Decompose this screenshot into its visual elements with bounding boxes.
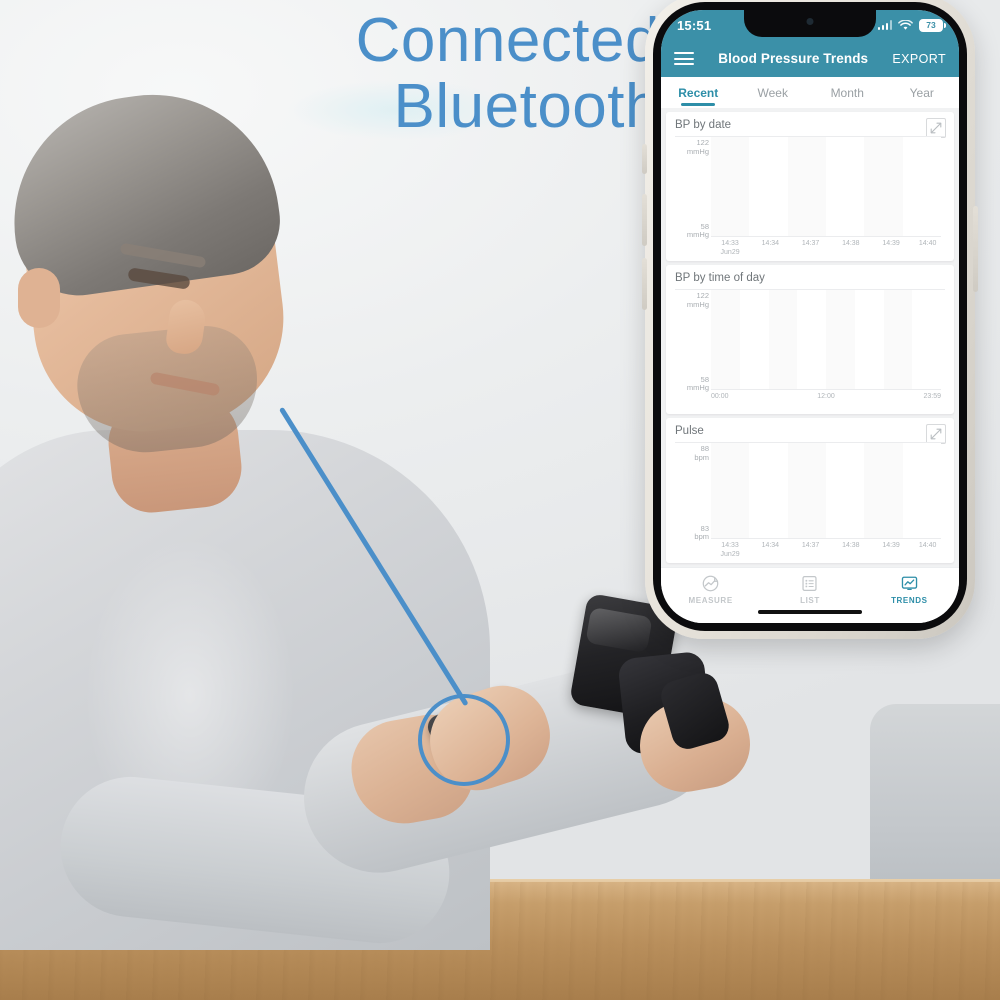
- hamburger-menu-icon[interactable]: [674, 52, 694, 65]
- bottom-navigation-bar: MEASURE LIST TRENDS: [661, 567, 959, 623]
- card-bp-by-time-of-day: BP by time of day 122 mmHg 58 mmHg 00:00…: [666, 265, 954, 414]
- x-tick-4: 14:39: [882, 240, 900, 247]
- x-tick-0: 14:33 Jun29: [720, 240, 740, 256]
- time-range-tabs: Recent Week Month Year: [661, 77, 959, 108]
- trends-content[interactable]: BP by date 122 mmHg 58 mmHg 14:33 Jun29 …: [661, 108, 959, 567]
- power-button[interactable]: [973, 206, 978, 292]
- tab-recent[interactable]: Recent: [661, 77, 736, 108]
- list-icon: [802, 576, 818, 591]
- wifi-icon: [898, 19, 913, 30]
- status-bar-indicators: 73: [877, 18, 946, 32]
- pulse-x-axis: 14:33 Jun29 14:34 14:37 14:38 14:39 14:40: [711, 538, 941, 558]
- bp-time-y-axis: 122 mmHg 58 mmHg: [675, 290, 711, 409]
- phone-highlight-circle: [418, 694, 510, 786]
- bp-date-plot-area: [711, 137, 941, 236]
- card-title-bp-by-date: BP by date: [675, 119, 732, 131]
- headline-line-1: Connected: [355, 6, 660, 75]
- pulse-plot-area: [711, 443, 941, 538]
- nav-item-measure[interactable]: MEASURE: [661, 574, 760, 605]
- bp-time-plot-area: [711, 290, 941, 389]
- mute-switch[interactable]: [642, 144, 647, 174]
- nav-label-trends: TRENDS: [891, 596, 928, 605]
- front-camera-icon: [806, 18, 814, 25]
- home-indicator[interactable]: [758, 610, 862, 614]
- x-tick-0: 00:00: [711, 393, 729, 400]
- nav-label-measure: MEASURE: [688, 596, 733, 605]
- y-tick-bottom: 83 bpm: [694, 523, 709, 542]
- battery-icon: 73: [919, 18, 946, 32]
- nav-label-list: LIST: [800, 596, 820, 605]
- status-bar-time: 15:51: [677, 17, 712, 33]
- expand-arrows-icon[interactable]: [926, 424, 946, 444]
- x-tick-3: 14:38: [842, 542, 860, 549]
- page-title: Blood Pressure Trends: [718, 51, 869, 66]
- gauge-icon: [702, 575, 719, 592]
- nav-item-list[interactable]: LIST: [760, 574, 859, 605]
- x-tick-0: 14:33 Jun29: [720, 542, 740, 558]
- plot-bands: [711, 137, 941, 236]
- x-tick-1: 14:34: [761, 240, 780, 247]
- x-tick-5: 14:40: [918, 542, 937, 549]
- headline-text: Connected Bluetooth: [0, 8, 660, 139]
- bp-date-x-axis: 14:33 Jun29 14:34 14:37 14:38 14:39 14:40: [711, 236, 941, 256]
- x-tick-2: 23:59: [923, 393, 941, 400]
- pulse-y-axis: 88 bpm 83 bpm: [675, 443, 711, 558]
- bp-date-y-axis: 122 mmHg 58 mmHg: [675, 137, 711, 256]
- tab-month[interactable]: Month: [810, 77, 885, 108]
- x-tick-2: 14:37: [801, 542, 820, 549]
- app-bar: Blood Pressure Trends EXPORT: [661, 40, 959, 77]
- volume-down-button[interactable]: [642, 258, 647, 310]
- y-tick-bottom: 58 mmHg: [686, 374, 709, 393]
- volume-up-button[interactable]: [642, 194, 647, 246]
- tab-year[interactable]: Year: [885, 77, 960, 108]
- pulse-chart: 88 bpm 83 bpm 14:33 Jun29 14:34 14:37 14…: [675, 442, 945, 558]
- y-tick-top: 122 mmHg: [686, 138, 709, 156]
- x-tick-5: 14:40: [918, 240, 937, 247]
- x-tick-2: 14:37: [801, 240, 820, 247]
- export-button[interactable]: EXPORT: [892, 52, 946, 66]
- bp-by-date-chart: 122 mmHg 58 mmHg 14:33 Jun29 14:34 14:37…: [675, 136, 945, 256]
- bp-time-x-axis: 00:00 12:00 23:59: [711, 389, 941, 409]
- cellular-signal-icon: [877, 20, 892, 30]
- x-tick-4: 14:39: [882, 542, 900, 549]
- person-ear: [18, 268, 60, 328]
- expand-arrows-icon[interactable]: [926, 118, 946, 138]
- phone-screen: 15:51 73 Blood Pressure Trends EXPORT Re…: [661, 10, 959, 623]
- card-pulse: Pulse 88 bpm 83 bpm 14:33 Jun29 14:34 14…: [666, 418, 954, 563]
- plot-bands: [711, 443, 941, 538]
- y-tick-bottom: 58 mmHg: [686, 221, 709, 240]
- trends-chart-icon: [901, 576, 918, 591]
- nav-item-trends[interactable]: TRENDS: [860, 574, 959, 605]
- y-tick-top: 88 bpm: [694, 444, 709, 462]
- card-bp-by-date: BP by date 122 mmHg 58 mmHg 14:33 Jun29 …: [666, 112, 954, 261]
- x-tick-3: 14:38: [842, 240, 860, 247]
- tab-week[interactable]: Week: [736, 77, 811, 108]
- x-tick-1: 14:34: [761, 542, 780, 549]
- y-tick-top: 122 mmHg: [686, 291, 709, 309]
- headline-line-2: Bluetooth: [393, 71, 660, 141]
- card-title-bp-by-time: BP by time of day: [675, 272, 765, 284]
- card-title-pulse: Pulse: [675, 425, 704, 437]
- bp-by-time-of-day-chart: 122 mmHg 58 mmHg 00:00 12:00 23:59: [675, 289, 945, 409]
- phone-mockup: 15:51 73 Blood Pressure Trends EXPORT Re…: [642, 0, 978, 639]
- battery-level-label: 73: [920, 19, 942, 31]
- phone-notch: [744, 10, 876, 37]
- plot-bands: [711, 290, 941, 389]
- x-tick-1: 12:00: [817, 393, 835, 400]
